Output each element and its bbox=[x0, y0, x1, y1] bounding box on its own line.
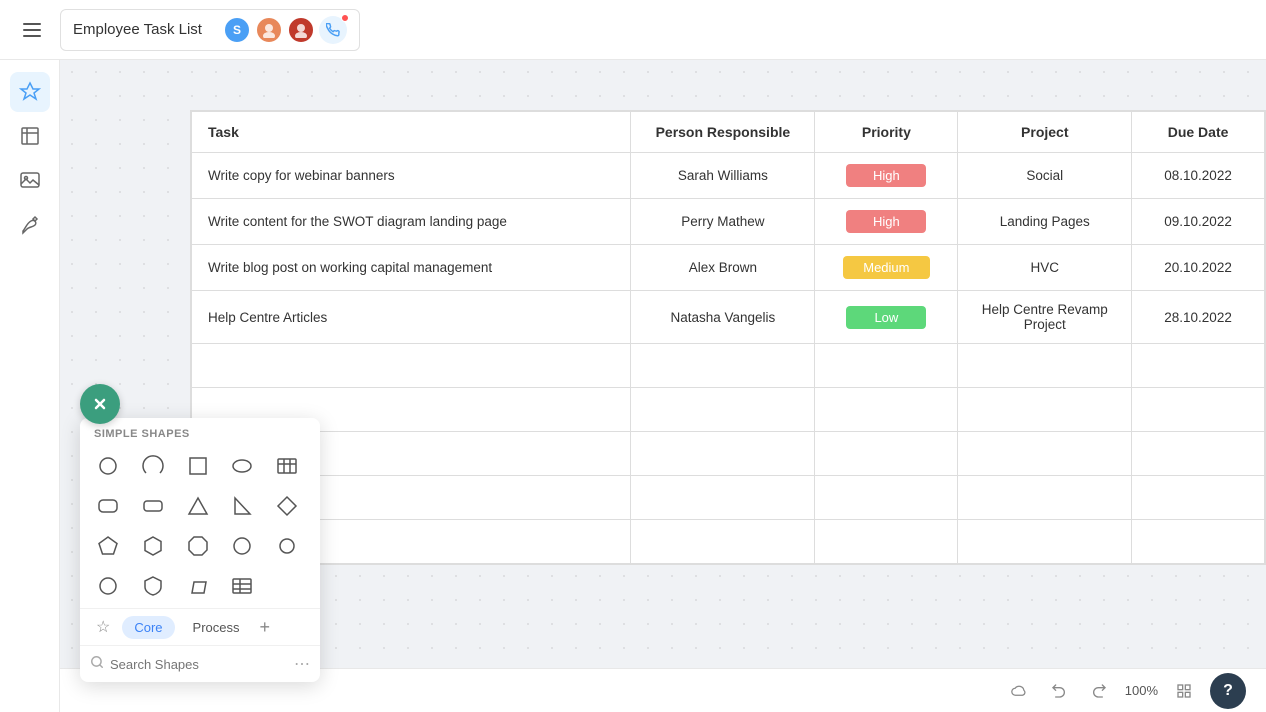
col-project: Project bbox=[958, 112, 1132, 153]
undo-icon[interactable] bbox=[1045, 677, 1073, 705]
close-shapes-button[interactable] bbox=[80, 384, 120, 424]
cell-person: Alex Brown bbox=[631, 245, 815, 291]
shape-rounded-rect[interactable] bbox=[90, 488, 126, 524]
grid-icon[interactable] bbox=[1170, 677, 1198, 705]
redo-icon[interactable] bbox=[1085, 677, 1113, 705]
shape-hexagon[interactable] bbox=[135, 528, 171, 564]
shape-parallelogram[interactable] bbox=[180, 568, 216, 604]
help-button[interactable]: ? bbox=[1210, 673, 1246, 709]
shape-table-grid[interactable] bbox=[269, 448, 305, 484]
zoom-level: 100% bbox=[1125, 683, 1158, 698]
cloud-save-icon[interactable] bbox=[1005, 677, 1033, 705]
avatar-b bbox=[255, 16, 283, 44]
shape-circle-outline-4[interactable] bbox=[90, 568, 126, 604]
sidebar-shapes-tool[interactable] bbox=[10, 72, 50, 112]
shape-table-2[interactable] bbox=[224, 568, 260, 604]
shapes-panel: SIMPLE SHAPES bbox=[80, 418, 320, 682]
shape-square[interactable] bbox=[180, 448, 216, 484]
table-row: Write content for the SWOT diagram landi… bbox=[192, 199, 1265, 245]
cell-person: Natasha Vangelis bbox=[631, 291, 815, 344]
header: Employee Task List S bbox=[0, 0, 1266, 60]
sidebar-image-tool[interactable] bbox=[10, 160, 50, 200]
cell-due: 09.10.2022 bbox=[1132, 199, 1265, 245]
shape-triangle[interactable] bbox=[180, 488, 216, 524]
shape-circle[interactable] bbox=[90, 448, 126, 484]
shape-right-triangle[interactable] bbox=[224, 488, 260, 524]
shape-ellipse[interactable] bbox=[224, 448, 260, 484]
cell-person: Perry Mathew bbox=[631, 199, 815, 245]
canvas-area[interactable]: Task Person Responsible Priority Project… bbox=[60, 60, 1266, 712]
table-row: Help Centre Articles Natasha Vangelis Lo… bbox=[192, 291, 1265, 344]
col-person: Person Responsible bbox=[631, 112, 815, 153]
table-row: Write copy for webinar banners Sarah Wil… bbox=[192, 153, 1265, 199]
table-row: Write blog post on working capital manag… bbox=[192, 245, 1265, 291]
call-button[interactable] bbox=[319, 16, 347, 44]
shape-arc[interactable] bbox=[135, 448, 171, 484]
cell-task: Write copy for webinar banners bbox=[192, 153, 631, 199]
table-row-empty bbox=[192, 520, 1265, 564]
tab-star-icon[interactable]: ☆ bbox=[90, 615, 116, 639]
shape-rounded-rect-2[interactable] bbox=[135, 488, 171, 524]
cell-priority: High bbox=[815, 153, 958, 199]
col-task: Task bbox=[192, 112, 631, 153]
cell-task: Write content for the SWOT diagram landi… bbox=[192, 199, 631, 245]
cell-project: Social bbox=[958, 153, 1132, 199]
tab-process[interactable]: Process bbox=[181, 616, 252, 639]
col-priority: Priority bbox=[815, 112, 958, 153]
shapes-tabs: ☆ Core Process + bbox=[80, 608, 320, 645]
table-row-empty bbox=[192, 432, 1265, 476]
cell-due: 20.10.2022 bbox=[1132, 245, 1265, 291]
col-due-date: Due Date bbox=[1132, 112, 1265, 153]
collaborators: S bbox=[223, 16, 347, 44]
shapes-grid bbox=[80, 444, 320, 608]
cell-task: Help Centre Articles bbox=[192, 291, 631, 344]
tab-core[interactable]: Core bbox=[122, 616, 174, 639]
sidebar-frame-tool[interactable] bbox=[10, 116, 50, 156]
tab-add-button[interactable]: + bbox=[260, 617, 271, 638]
main-layout: Task Person Responsible Priority Project… bbox=[0, 60, 1266, 712]
shape-circle-outline-2[interactable] bbox=[224, 528, 260, 564]
shape-shield[interactable] bbox=[135, 568, 171, 604]
table-row-empty bbox=[192, 344, 1265, 388]
menu-button[interactable] bbox=[16, 14, 48, 46]
shape-circle-outline-3[interactable] bbox=[269, 528, 305, 564]
document-title: Employee Task List bbox=[73, 21, 213, 38]
cell-person: Sarah Williams bbox=[631, 153, 815, 199]
sidebar-draw-tool[interactable] bbox=[10, 204, 50, 244]
avatar-s: S bbox=[223, 16, 251, 44]
priority-badge-low: Low bbox=[846, 306, 926, 329]
cell-project: HVC bbox=[958, 245, 1132, 291]
task-table: Task Person Responsible Priority Project… bbox=[191, 111, 1265, 564]
table-row-empty bbox=[192, 476, 1265, 520]
priority-badge-high: High bbox=[846, 210, 926, 233]
shape-octagon[interactable] bbox=[180, 528, 216, 564]
cell-task: Write blog post on working capital manag… bbox=[192, 245, 631, 291]
cell-due: 28.10.2022 bbox=[1132, 291, 1265, 344]
call-badge bbox=[341, 14, 349, 22]
cell-project: Landing Pages bbox=[958, 199, 1132, 245]
shapes-section-label: SIMPLE SHAPES bbox=[80, 418, 320, 444]
table-row-empty bbox=[192, 388, 1265, 432]
task-table-container: Task Person Responsible Priority Project… bbox=[190, 110, 1266, 565]
priority-badge-high: High bbox=[846, 164, 926, 187]
cell-priority: Medium bbox=[815, 245, 958, 291]
priority-badge-medium: Medium bbox=[843, 256, 929, 279]
search-shapes-input[interactable] bbox=[110, 657, 288, 672]
title-box: Employee Task List S bbox=[60, 9, 360, 51]
shapes-search-bar: ⋯ bbox=[80, 645, 320, 682]
cell-due: 08.10.2022 bbox=[1132, 153, 1265, 199]
search-icon bbox=[90, 655, 104, 673]
cell-priority: Low bbox=[815, 291, 958, 344]
cell-priority: High bbox=[815, 199, 958, 245]
avatar-p bbox=[287, 16, 315, 44]
shape-diamond[interactable] bbox=[269, 488, 305, 524]
shape-pentagon[interactable] bbox=[90, 528, 126, 564]
cell-project: Help Centre Revamp Project bbox=[958, 291, 1132, 344]
table-header-row: Task Person Responsible Priority Project… bbox=[192, 112, 1265, 153]
search-more-icon[interactable]: ⋯ bbox=[294, 654, 310, 674]
left-sidebar bbox=[0, 60, 60, 712]
